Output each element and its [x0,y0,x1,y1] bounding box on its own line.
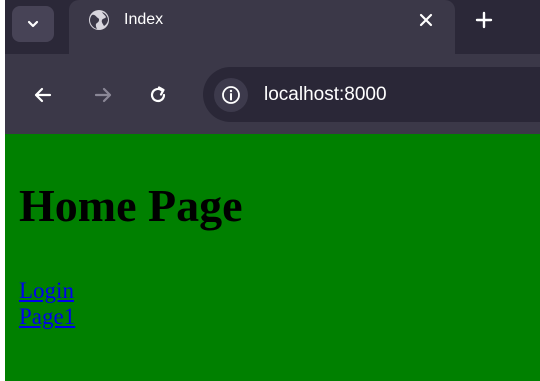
tab-search-button[interactable] [12,6,54,42]
chevron-down-icon [26,17,40,31]
close-tab-button[interactable] [414,8,438,32]
arrow-right-icon [93,85,113,105]
new-tab-button[interactable] [471,7,497,33]
page1-link[interactable]: Page1 [19,304,75,330]
back-button[interactable] [28,80,58,110]
page-title: Home Page [19,180,243,231]
page-viewport [5,134,540,381]
reload-button[interactable] [143,80,173,110]
url-text[interactable]: localhost:8000 [264,82,387,108]
close-icon [419,13,433,27]
login-link[interactable]: Login [19,278,74,304]
site-info-button[interactable] [214,78,248,112]
tab-title: Index [124,11,164,28]
forward-button[interactable] [88,80,118,110]
reload-icon [148,85,168,105]
info-icon [221,85,241,105]
browser-window: Index localhost:8000 Home Page Login Pag… [0,0,540,381]
globe-icon [88,9,110,31]
plus-icon [475,11,493,29]
arrow-left-icon [33,85,53,105]
